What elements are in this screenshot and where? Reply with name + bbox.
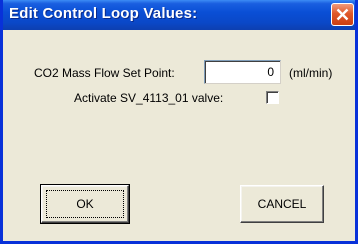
cancel-button-label: CANCEL <box>257 197 307 211</box>
ok-button[interactable]: OK <box>40 184 130 224</box>
setpoint-input[interactable]: 0 <box>204 60 281 84</box>
valve-checkbox[interactable] <box>266 91 279 104</box>
window-title: Edit Control Loop Values: <box>9 5 198 22</box>
ok-button-label: OK <box>76 197 94 211</box>
cancel-button[interactable]: CANCEL <box>240 185 324 223</box>
valve-label: Activate SV_4113_01 valve: <box>74 91 224 105</box>
close-button[interactable] <box>331 3 354 26</box>
dialog-window: Edit Control Loop Values: CO2 Mass Flow … <box>0 0 358 244</box>
setpoint-unit-label: (ml/min) <box>289 66 333 80</box>
close-icon <box>336 8 349 21</box>
setpoint-label: CO2 Mass Flow Set Point: <box>34 66 175 80</box>
title-bar[interactable]: Edit Control Loop Values: <box>3 0 355 30</box>
